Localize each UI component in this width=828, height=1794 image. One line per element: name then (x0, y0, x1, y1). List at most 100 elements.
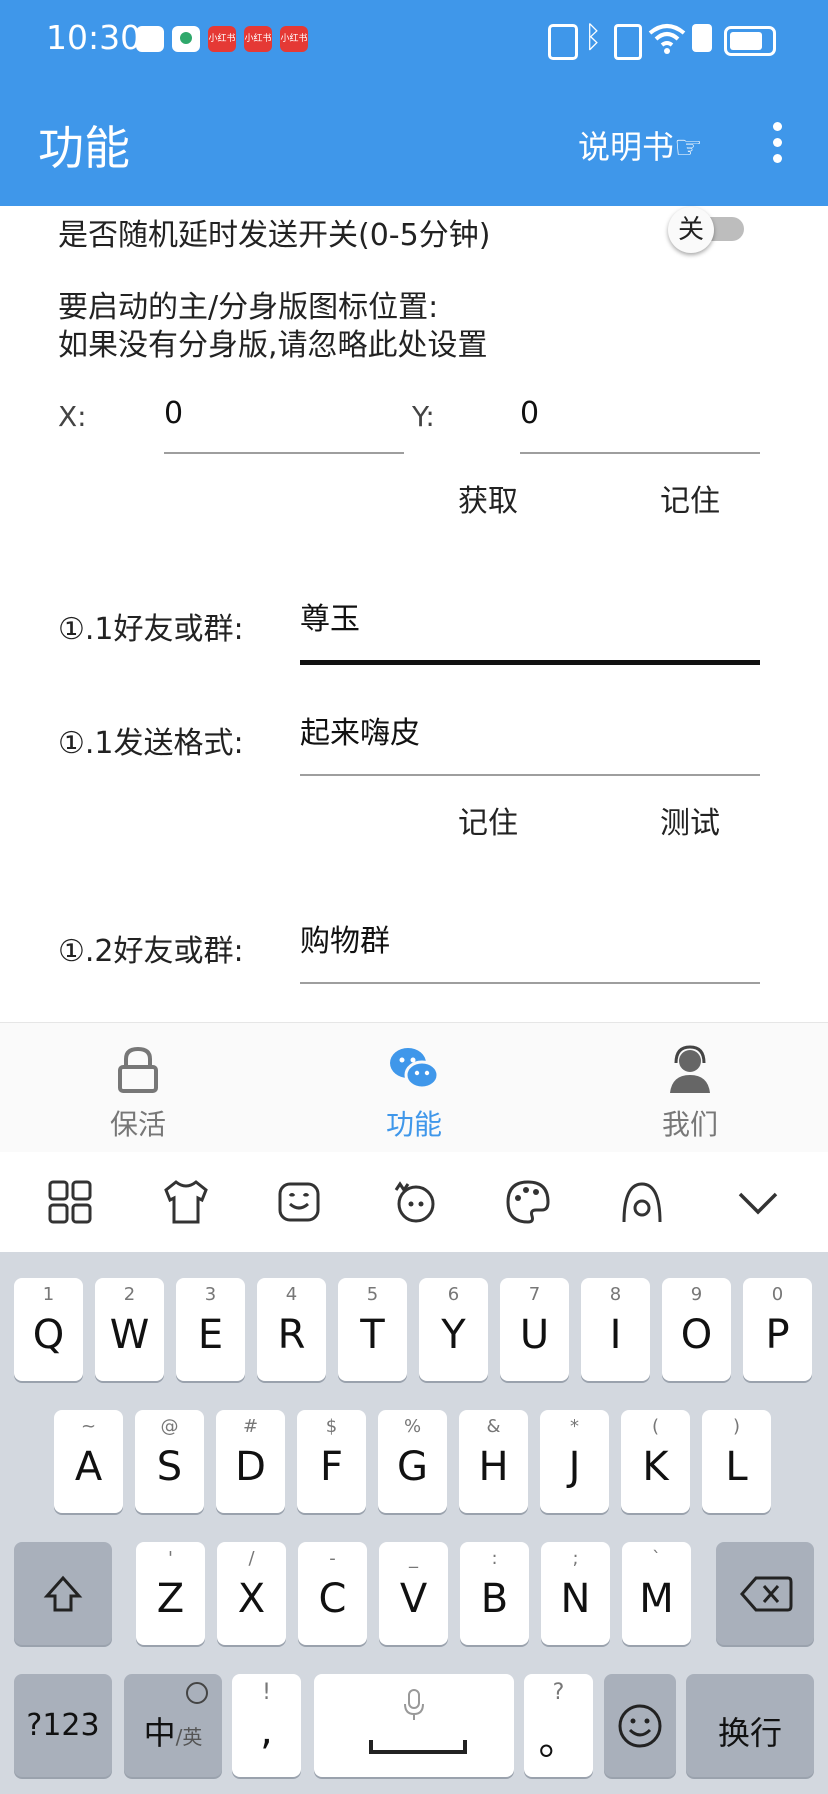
shift-arrow-icon (43, 1575, 83, 1612)
key-w[interactable]: 2W (95, 1278, 164, 1381)
chevron-down-icon[interactable] (732, 1176, 784, 1228)
backspace-key[interactable] (716, 1542, 814, 1645)
symbols-key[interactable]: ?123 (14, 1674, 112, 1777)
key-c[interactable]: -C (298, 1542, 367, 1645)
key-label: D (235, 1444, 266, 1490)
friend2-input-wrap (300, 920, 760, 984)
palette-icon[interactable] (502, 1176, 554, 1228)
friend1-input-wrap (300, 598, 760, 665)
backspace-icon (740, 1576, 793, 1612)
key-b[interactable]: :B (460, 1542, 529, 1645)
key-label: Y (441, 1312, 466, 1358)
key-label: K (642, 1444, 669, 1490)
key-g[interactable]: % G (378, 1410, 447, 1513)
key-i[interactable]: 8I (581, 1278, 650, 1381)
key-e[interactable]: 3E (176, 1278, 245, 1381)
key-label: X (237, 1576, 266, 1622)
space-key[interactable] (314, 1674, 514, 1777)
random-delay-switch[interactable]: 关 (668, 207, 748, 253)
key-f[interactable]: $ F (297, 1410, 366, 1513)
key-y[interactable]: 6Y (419, 1278, 488, 1381)
key-l[interactable]: ) L (702, 1410, 771, 1513)
key-hint: 7 (528, 1284, 541, 1305)
key-j[interactable]: * J (540, 1410, 609, 1513)
key-label: G (397, 1444, 428, 1490)
key-hint: ; (572, 1548, 579, 1569)
status-time: 10:30 (46, 18, 142, 57)
key-t[interactable]: 5T (338, 1278, 407, 1381)
friend1-label: ①.1好友或群: (58, 612, 244, 647)
test-entry-button[interactable]: 测试 (660, 798, 720, 842)
get-position-button[interactable]: 获取 (458, 476, 518, 520)
key-a[interactable]: ~ A (54, 1410, 123, 1513)
nav-label: 保活 (109, 1108, 166, 1141)
key-k[interactable]: (K (621, 1410, 690, 1513)
format1-input[interactable] (300, 712, 760, 747)
emoji-key[interactable] (604, 1674, 676, 1777)
key-label: T (360, 1312, 385, 1358)
comma-key[interactable]: ! , (232, 1674, 301, 1777)
y-label: Y: (412, 400, 435, 433)
key-m[interactable]: ` M (622, 1542, 691, 1645)
bluetooth-icon: ᛒ (584, 20, 602, 55)
key-d[interactable]: # D (216, 1410, 285, 1513)
grid-icon[interactable] (44, 1176, 96, 1228)
key-label: S (156, 1444, 183, 1490)
key-label: B (480, 1576, 509, 1622)
key-hint: 9 (690, 1284, 703, 1305)
key-z[interactable]: ' Z (136, 1542, 205, 1645)
key-o[interactable]: 9O (662, 1278, 731, 1381)
period-key-label: 。 (538, 1718, 579, 1764)
key-r[interactable]: 4R (257, 1278, 326, 1381)
shirt-icon[interactable] (160, 1176, 212, 1228)
alert-icon (692, 24, 712, 52)
sticker-icon[interactable] (388, 1176, 440, 1228)
nav-item-about[interactable]: 我们 (552, 1023, 828, 1153)
more-vert-icon[interactable] (762, 118, 792, 168)
period-key[interactable]: ? 。 (524, 1674, 593, 1777)
nav-item-function[interactable]: 功能 (276, 1023, 552, 1153)
app-top-bar: 10:30 小红书 小红书 小红书 ᛒ 功能 说明书☞ (0, 0, 828, 206)
y-input[interactable] (520, 396, 760, 431)
xiaohongshu-icon: 小红书 (280, 26, 308, 52)
nav-label: 我们 (661, 1108, 718, 1141)
nav-label: 功能 (385, 1108, 442, 1141)
key-hint: # (242, 1416, 259, 1437)
friend2-input[interactable] (300, 920, 760, 955)
language-key-main: 中 (143, 1714, 176, 1752)
key-hint: 5 (366, 1284, 379, 1305)
key-s[interactable]: @ S (135, 1410, 204, 1513)
microphone-icon (404, 1689, 424, 1720)
key-label: L (725, 1444, 748, 1490)
support-agent-icon (670, 1045, 710, 1093)
key-hint: 0 (771, 1284, 784, 1305)
enter-key[interactable]: 换行 (686, 1674, 814, 1777)
handwriting-icon[interactable] (616, 1176, 668, 1228)
comma-key-hint: ! (262, 1680, 271, 1705)
shift-key[interactable] (14, 1542, 112, 1645)
remember-entry-button[interactable]: 记住 (458, 798, 518, 842)
key-h[interactable]: & H (459, 1410, 528, 1513)
key-q[interactable]: 1Q (14, 1278, 83, 1381)
key-p[interactable]: 0P (743, 1278, 812, 1381)
key-label: C (318, 1576, 347, 1622)
key-x[interactable]: / X (217, 1542, 286, 1645)
key-hint: - (329, 1548, 336, 1569)
language-key[interactable]: 中/英 (124, 1674, 222, 1777)
key-u[interactable]: 7U (500, 1278, 569, 1381)
keyboard-toolbar (0, 1152, 828, 1252)
key-label: I (609, 1312, 622, 1358)
friend1-input[interactable] (300, 598, 760, 633)
key-hint: & (486, 1416, 501, 1437)
nav-item-keepalive[interactable]: 保活 (0, 1023, 276, 1153)
space-bar-glyph (369, 1740, 467, 1754)
emoji-face-icon[interactable] (274, 1176, 326, 1228)
x-input[interactable] (164, 396, 404, 431)
wifi-icon (648, 24, 686, 54)
key-n[interactable]: ; N (541, 1542, 610, 1645)
key-hint: 6 (447, 1284, 460, 1305)
manual-button[interactable]: 说明书☞ (578, 122, 703, 168)
key-v[interactable]: _ V (379, 1542, 448, 1645)
remember-position-button[interactable]: 记住 (660, 476, 720, 520)
key-hint: 8 (609, 1284, 622, 1305)
